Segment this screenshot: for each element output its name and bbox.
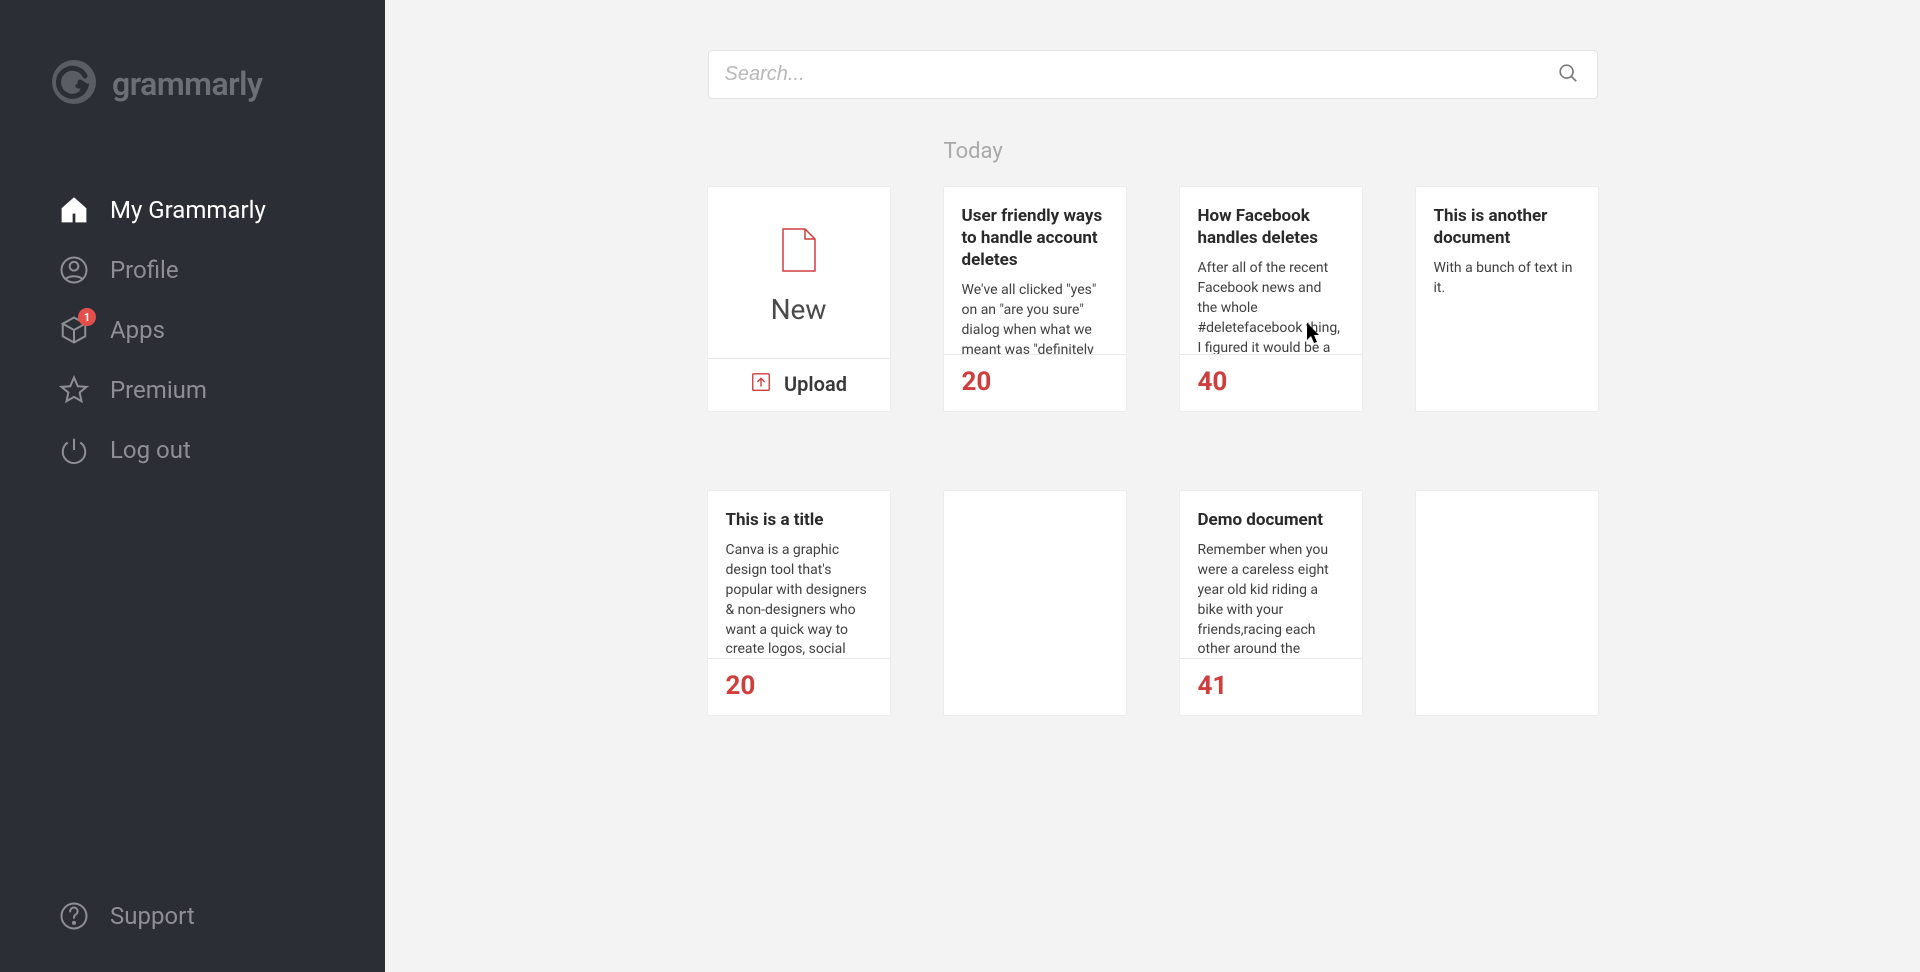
profile-icon [58,254,90,286]
sidebar-item-label: Support [110,902,195,930]
apps-badge: 1 [78,308,96,326]
document-title: Demo document [1198,509,1344,531]
document-excerpt: After all of the recent Facebook news an… [1198,259,1344,354]
new-label: New [771,293,827,326]
document-title: How Facebook handles deletes [1198,205,1344,249]
upload-label: Upload [784,372,847,396]
sidebar-nav: My Grammarly Profile 1 Apps [0,150,385,480]
document-card[interactable] [1415,490,1599,716]
document-card[interactable]: How Facebook handles deletes After all o… [1179,186,1363,412]
document-card[interactable]: This is a title Canva is a graphic desig… [707,490,891,716]
section-title: Today [708,139,1598,164]
sidebar: grammarly My Grammarly Profile [0,0,385,972]
sidebar-item-label: Apps [110,316,165,344]
document-title: This is a title [726,509,872,531]
documents-grid-row1: New Upload User friendly ways to handle … [708,186,1598,412]
sidebar-item-label: My Grammarly [110,196,266,224]
search-input[interactable] [723,51,1557,98]
document-excerpt: Remember when you were a careless eight … [1198,541,1344,658]
document-icon [779,227,819,277]
document-excerpt: With a bunch of text in it. [1434,259,1580,299]
power-icon [58,434,90,466]
sidebar-item-label: Premium [110,376,207,404]
search-icon[interactable] [1557,62,1579,88]
help-icon [58,900,90,932]
brand-name: grammarly [112,65,262,103]
document-title: User friendly ways to handle account del… [962,205,1108,271]
upload-button[interactable]: Upload [708,358,890,411]
home-icon [58,194,90,226]
document-card[interactable]: User friendly ways to handle account del… [943,186,1127,412]
sidebar-item-label: Log out [110,436,191,464]
documents-grid-row2: This is a title Canva is a graphic desig… [708,490,1598,716]
main-content: Today New Upload [385,0,1920,972]
document-card[interactable] [943,490,1127,716]
brand-logo: grammarly [0,0,385,150]
document-issue-count: 40 [1198,367,1344,397]
apps-icon: 1 [58,314,90,346]
grammarly-icon [50,58,98,110]
sidebar-item-premium[interactable]: Premium [0,360,385,420]
document-issue-count: 41 [1198,671,1344,701]
sidebar-item-logout[interactable]: Log out [0,420,385,480]
upload-icon [750,371,772,397]
new-document-card[interactable]: New Upload [707,186,891,412]
sidebar-item-label: Profile [110,256,179,284]
sidebar-item-apps[interactable]: 1 Apps [0,300,385,360]
sidebar-item-support[interactable]: Support [0,886,385,972]
document-excerpt: Canva is a graphic design tool that's po… [726,541,872,658]
document-excerpt: We've all clicked "yes" on an "are you s… [962,281,1108,354]
document-issue-count: 20 [962,367,1108,397]
star-icon [58,374,90,406]
sidebar-item-my-grammarly[interactable]: My Grammarly [0,180,385,240]
document-card[interactable]: This is another document With a bunch of… [1415,186,1599,412]
document-title: This is another document [1434,205,1580,249]
sidebar-item-profile[interactable]: Profile [0,240,385,300]
search-bar[interactable] [708,50,1598,99]
document-issue-count: 20 [726,671,872,701]
document-card[interactable]: Demo document Remember when you were a c… [1179,490,1363,716]
